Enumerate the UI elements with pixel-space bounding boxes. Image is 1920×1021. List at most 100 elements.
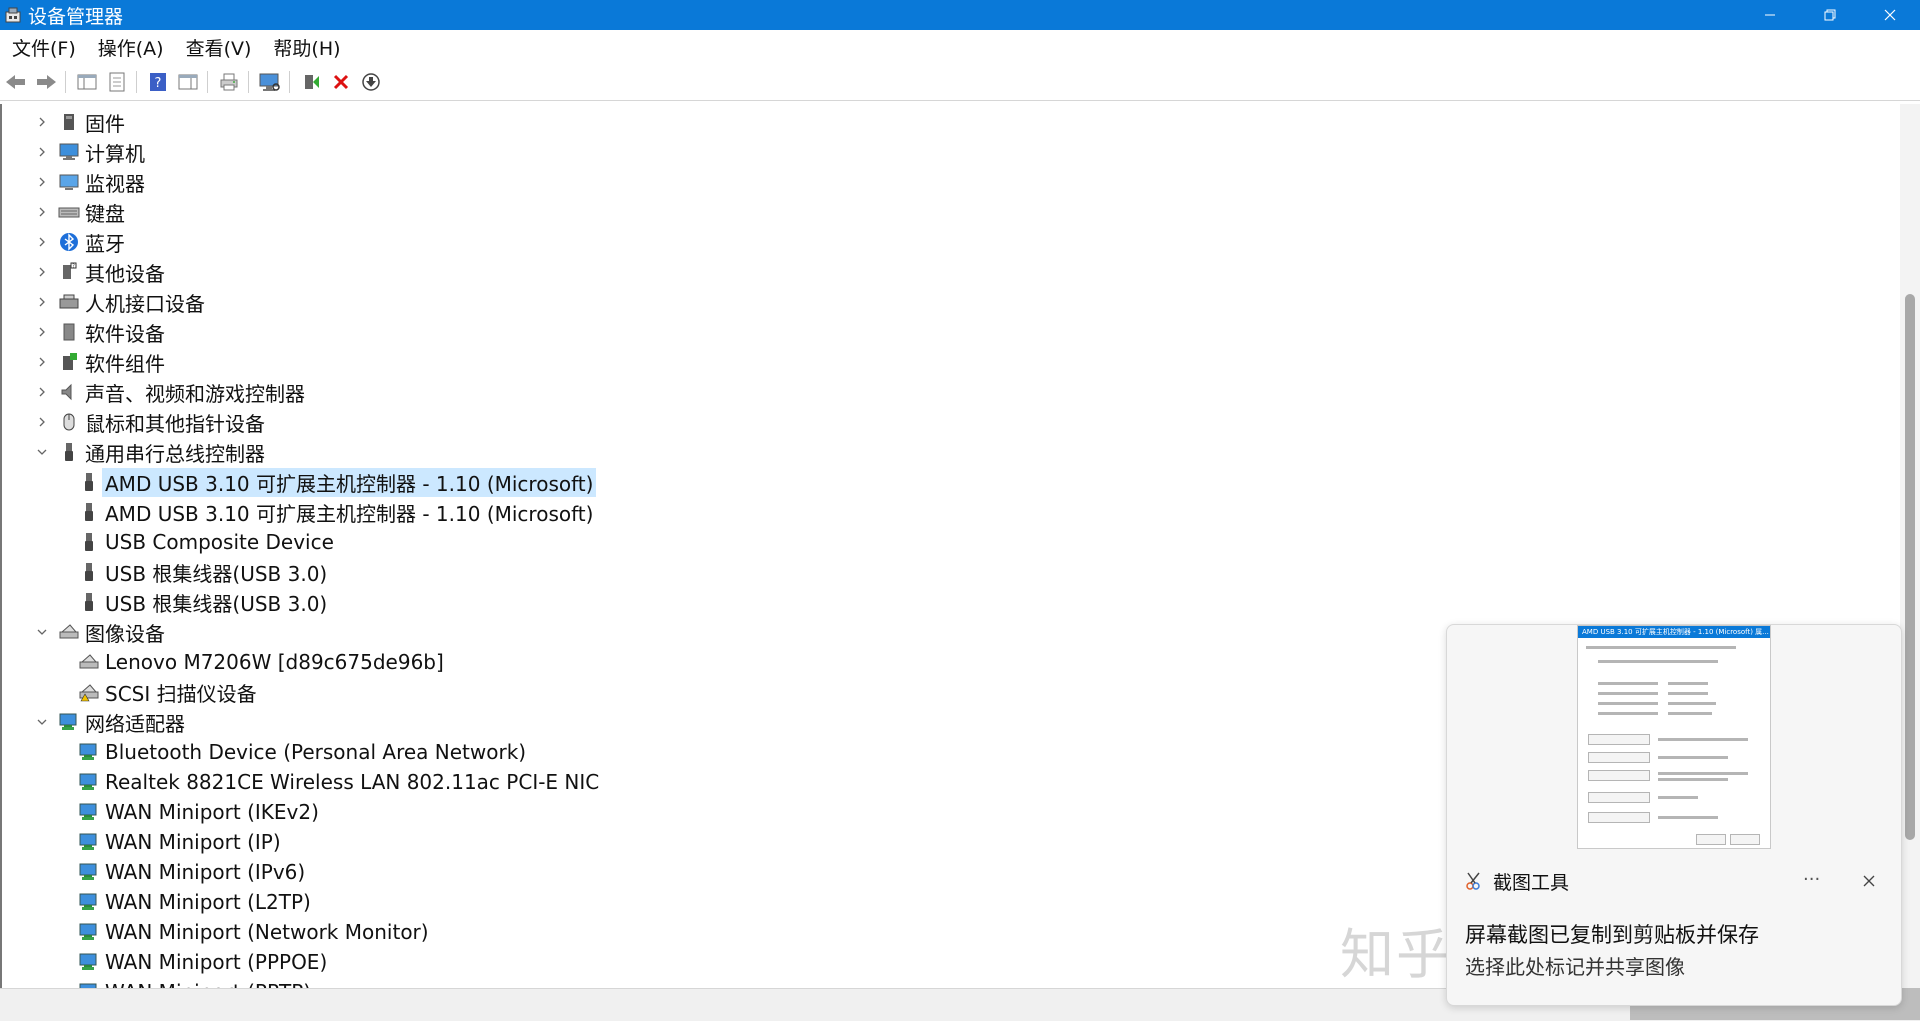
tree-device[interactable]: USB 根集线器(USB 3.0) — [78, 558, 330, 586]
tree-device[interactable]: WAN Miniport (IPv6) — [78, 858, 308, 886]
menu-view[interactable]: 查看(V) — [174, 34, 262, 61]
tree-category[interactable]: 监视器 — [36, 168, 148, 196]
device-manager-icon — [5, 7, 21, 23]
tree-category[interactable]: 通用串行总线控制器 — [36, 438, 268, 466]
update-driver-button[interactable] — [297, 68, 325, 96]
forward-button[interactable] — [32, 68, 60, 96]
tree-device[interactable]: Lenovo M7206W [d89c675de96b] — [78, 648, 447, 676]
device-icon-wrap — [78, 561, 100, 583]
tree-category[interactable]: 图像设备 — [36, 618, 168, 646]
vertical-scrollbar[interactable] — [1900, 104, 1920, 988]
tree-item-label: 声音、视频和游戏控制器 — [85, 381, 305, 406]
tree-device[interactable]: USB Composite Device — [78, 528, 337, 556]
print-button[interactable] — [215, 68, 243, 96]
tree-item-label: 键盘 — [85, 201, 125, 226]
tree-category[interactable]: 计算机 — [36, 138, 148, 166]
tree-device[interactable]: USB 根集线器(USB 3.0) — [78, 588, 330, 616]
screenshot-thumbnail[interactable]: AMD USB 3.10 可扩展主机控制器 - 1.10 (Microsoft)… — [1577, 625, 1771, 849]
device-icon-wrap — [58, 201, 80, 223]
tree-device[interactable]: SCSI 扫描仪设备 — [78, 678, 260, 706]
snipping-tool-notification[interactable]: AMD USB 3.10 可扩展主机控制器 - 1.10 (Microsoft)… — [1446, 624, 1902, 1006]
tree-category[interactable]: 鼠标和其他指针设备 — [36, 408, 268, 436]
hid-icon — [59, 294, 79, 309]
expand-toggle[interactable] — [36, 266, 48, 278]
toolbar-separator — [289, 71, 290, 93]
close-button[interactable] — [1860, 0, 1920, 30]
menu-file[interactable]: 文件(F) — [0, 34, 86, 61]
action-pane-button[interactable] — [174, 68, 202, 96]
menu-action[interactable]: 操作(A) — [86, 34, 174, 61]
tree-device[interactable]: WAN Miniport (PPPOE) — [78, 948, 330, 976]
tree-category[interactable]: 键盘 — [36, 198, 128, 226]
expand-toggle[interactable] — [36, 296, 48, 308]
uninstall-device-button[interactable] — [327, 68, 355, 96]
tree-device[interactable]: WAN Miniport (IKEv2) — [78, 798, 322, 826]
help-button[interactable]: ? — [144, 68, 172, 96]
properties-button[interactable] — [103, 68, 131, 96]
usb-icon — [85, 473, 93, 491]
device-icon-wrap — [78, 951, 100, 973]
tree-category[interactable]: 固件 — [36, 108, 128, 136]
disable-device-button[interactable] — [357, 68, 385, 96]
device-icon-wrap — [58, 381, 80, 403]
tree-category[interactable]: 软件设备 — [36, 318, 168, 346]
device-icon-wrap — [78, 651, 100, 673]
tree-device[interactable]: WAN Miniport (Network Monitor) — [78, 918, 432, 946]
expand-toggle[interactable] — [36, 386, 48, 398]
restore-button[interactable] — [1800, 0, 1860, 30]
device-icon-wrap — [58, 711, 80, 733]
forward-arrow-icon — [37, 75, 56, 89]
tree-device[interactable]: WAN Miniport (IP) — [78, 828, 284, 856]
back-button[interactable] — [2, 68, 30, 96]
expand-toggle[interactable] — [36, 206, 48, 218]
tree-device[interactable]: WAN Miniport (L2TP) — [78, 888, 314, 916]
tree-category[interactable]: 网络适配器 — [36, 708, 188, 736]
tree-item-label: 人机接口设备 — [85, 291, 205, 316]
tree-category[interactable]: 软件组件 — [36, 348, 168, 376]
console-tree-button[interactable] — [73, 68, 101, 96]
expand-toggle[interactable] — [36, 326, 48, 338]
tree-device[interactable]: Realtek 8821CE Wireless LAN 802.11ac PCI… — [78, 768, 602, 796]
tree-item-label: WAN Miniport (Network Monitor) — [105, 920, 429, 944]
expand-toggle[interactable] — [36, 446, 48, 458]
device-icon-wrap: ? — [58, 261, 80, 283]
minimize-button[interactable] — [1740, 0, 1800, 30]
tree-device[interactable]: WAN Miniport (PPTP) — [78, 978, 314, 988]
tree-category[interactable]: ? 其他设备 — [36, 258, 168, 286]
scan-hardware-button[interactable] — [256, 68, 284, 96]
menu-help[interactable]: 帮助(H) — [261, 34, 350, 61]
expand-toggle[interactable] — [36, 146, 48, 158]
bluetooth-icon — [60, 233, 78, 251]
tree-category[interactable]: 声音、视频和游戏控制器 — [36, 378, 308, 406]
tree-item-label: 网络适配器 — [85, 711, 185, 736]
device-icon-wrap — [58, 291, 80, 313]
expand-toggle[interactable] — [36, 176, 48, 188]
scrollbar-thumb[interactable] — [1905, 294, 1915, 840]
notification-message: 屏幕截图已复制到剪贴板并保存 — [1465, 923, 1759, 947]
tree-device[interactable]: Bluetooth Device (Personal Area Network) — [78, 738, 529, 766]
expand-toggle[interactable] — [36, 116, 48, 128]
tree-category[interactable]: 人机接口设备 — [36, 288, 208, 316]
usb-icon — [85, 533, 93, 551]
expand-toggle[interactable] — [36, 716, 48, 728]
expand-toggle[interactable] — [36, 356, 48, 368]
tree-device[interactable]: AMD USB 3.10 可扩展主机控制器 - 1.10 (Microsoft) — [78, 467, 597, 497]
device-icon-wrap — [78, 741, 100, 763]
disable-device-icon — [362, 73, 380, 91]
device-icon-wrap — [78, 891, 100, 913]
help-icon: ? — [150, 73, 166, 91]
network-adapter-icon — [59, 713, 77, 730]
show-hide-console-tree-icon — [77, 74, 97, 90]
expand-toggle[interactable] — [36, 626, 48, 638]
chevron-down-icon — [37, 629, 47, 635]
back-arrow-icon — [6, 75, 25, 89]
monitor-icon — [59, 174, 79, 190]
notification-close-icon[interactable] — [1861, 873, 1877, 889]
tree-category[interactable]: 蓝牙 — [36, 228, 128, 256]
expand-toggle[interactable] — [36, 416, 48, 428]
expand-toggle[interactable] — [36, 236, 48, 248]
chevron-right-icon — [39, 357, 45, 367]
other-devices-icon: ? — [63, 262, 77, 279]
tree-device[interactable]: AMD USB 3.10 可扩展主机控制器 - 1.10 (Microsoft) — [78, 498, 596, 526]
notification-more-button[interactable]: ··· — [1803, 869, 1820, 890]
